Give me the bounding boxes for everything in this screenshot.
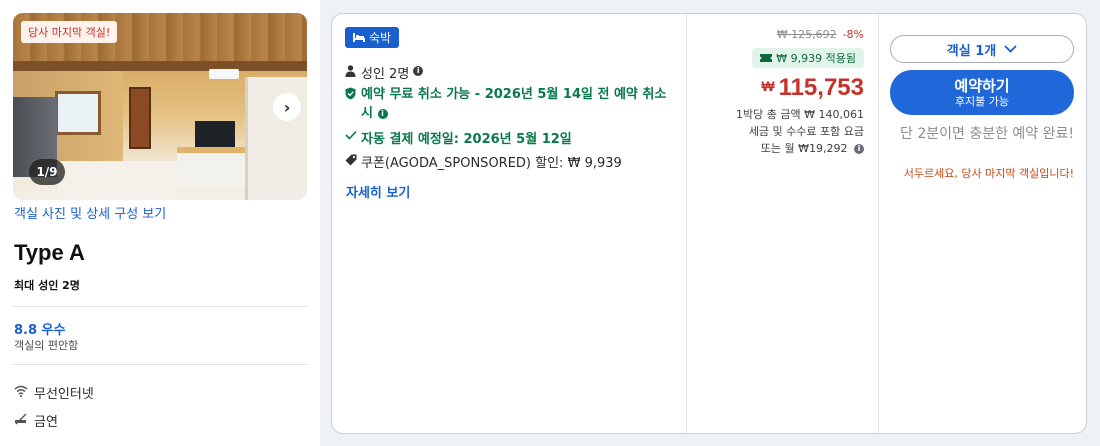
divider [13, 364, 307, 365]
next-photo-button[interactable]: › [273, 93, 301, 121]
photo-window [55, 91, 101, 135]
bed-icon [353, 31, 365, 45]
price-currency: ₩ [761, 78, 775, 94]
photo-floor [57, 161, 177, 200]
amenity-wifi: 무선인터넷 [14, 383, 94, 402]
book-button[interactable]: 예약하기 후지불 가능 [890, 70, 1074, 115]
final-price: ₩115,753 [761, 74, 864, 102]
price-amount: 115,753 [778, 74, 864, 101]
scarcity-message: 서두르세요, 당사 마지막 객실입니다! [903, 167, 1074, 180]
room-count-select[interactable]: 객실 1개 [890, 35, 1074, 63]
discount-percent: -8% [842, 28, 864, 41]
free-cancel-text: 예약 무료 취소 가능 - 2026년 5월 14일 전 예약 취소 시 i [361, 85, 675, 123]
column-separator [686, 14, 687, 433]
taxes-note: 세금 및 수수료 포함 요금 [748, 125, 864, 138]
ticket-icon [760, 52, 773, 65]
room-photos-link[interactable]: 객실 사진 및 상세 구성 보기 [14, 203, 166, 222]
free-cancel-label: 예약 무료 취소 가능 - 2026년 5월 14일 전 예약 취소 시 [361, 87, 667, 121]
monthly-row: 또는 월 ₩19,292 i [761, 140, 864, 156]
room-count-label: 객실 1개 [946, 43, 997, 59]
per-night-total: 1박당 총 금액 ₩ 140,061 [736, 108, 864, 121]
room-rating: 8.8 우수 [14, 323, 66, 338]
photo-counter: 1/9 [29, 159, 65, 185]
adults-label: 성인 2명 [361, 67, 410, 82]
room-summary-panel: 당사 마지막 객실! › 1/9 객실 사진 및 상세 구성 보기 Type A… [0, 0, 320, 446]
amenity-label: 금연 [34, 415, 58, 430]
details-link[interactable]: 자세히 보기 [346, 182, 410, 201]
book-button-label: 예약하기 [954, 76, 1010, 95]
info-icon[interactable]: i [854, 144, 864, 154]
original-price: ₩ 125,692 [776, 28, 837, 41]
last-room-badge: 당사 마지막 객실! [21, 21, 118, 43]
original-price-row: ₩ 125,692 -8% [777, 28, 864, 41]
check-icon [345, 130, 357, 143]
amenity-label: 무선인터넷 [34, 387, 94, 402]
room-offer-card: 숙박 성인 2명 i 예약 무료 취소 가능 - 2026년 5월 14일 전 … [331, 13, 1087, 434]
photo-tv [195, 121, 235, 147]
monthly-price: 또는 월 ₩19,292 [760, 142, 848, 155]
auto-pay-row: 자동 결제 예정일: 2026년 5월 12일 [345, 128, 572, 147]
no-smoking-icon [14, 413, 28, 428]
room-name: Type A [14, 240, 85, 265]
chevron-right-icon: › [283, 97, 291, 117]
photo-beam [13, 61, 307, 71]
amenity-no-smoking: 금연 [14, 411, 58, 430]
divider [13, 306, 307, 307]
photo-door [129, 87, 151, 149]
free-cancel-row: 예약 무료 취소 가능 - 2026년 5월 14일 전 예약 취소 시 i [345, 85, 675, 123]
adults-row: 성인 2명 i [345, 63, 424, 82]
info-icon[interactable]: i [377, 108, 388, 119]
wifi-icon [14, 385, 28, 400]
urgency-message: 단 2분이면 충분한 예약 완료! [900, 126, 1074, 142]
coupon-amount: ₩ 9,939 [567, 156, 622, 171]
photo-tv-stand [177, 147, 245, 189]
coupon-prefix: 쿠폰(AGODA_SPONSORED) 할인: [361, 156, 568, 171]
coupon-text: 쿠폰(AGODA_SPONSORED) 할인: ₩ 9,939 [361, 152, 622, 171]
stay-type-label: 숙박 [369, 31, 392, 45]
auto-pay-label: 자동 결제 예정일: 2026년 5월 12일 [361, 132, 572, 147]
photo-closet [245, 77, 307, 200]
room-photo[interactable]: 당사 마지막 객실! › 1/9 [13, 13, 307, 200]
coupon-applied-label: ₩ 9,939 적용됨 [776, 52, 856, 65]
column-separator [878, 14, 879, 433]
coupon-applied-badge: ₩ 9,939 적용됨 [752, 48, 864, 68]
chevron-down-icon [1004, 42, 1017, 57]
tag-icon [345, 154, 357, 169]
stay-type-tag: 숙박 [345, 27, 400, 48]
rating-caption: 객실의 편안함 [14, 339, 79, 352]
max-occupancy: 최대 성인 2명 [14, 279, 80, 292]
info-icon[interactable]: i [413, 66, 424, 76]
book-button-sublabel: 후지불 가능 [954, 94, 1010, 108]
coupon-row: 쿠폰(AGODA_SPONSORED) 할인: ₩ 9,939 [345, 152, 622, 171]
photo-air-conditioner [209, 69, 239, 79]
shield-check-icon [345, 87, 357, 106]
person-icon [345, 65, 357, 80]
